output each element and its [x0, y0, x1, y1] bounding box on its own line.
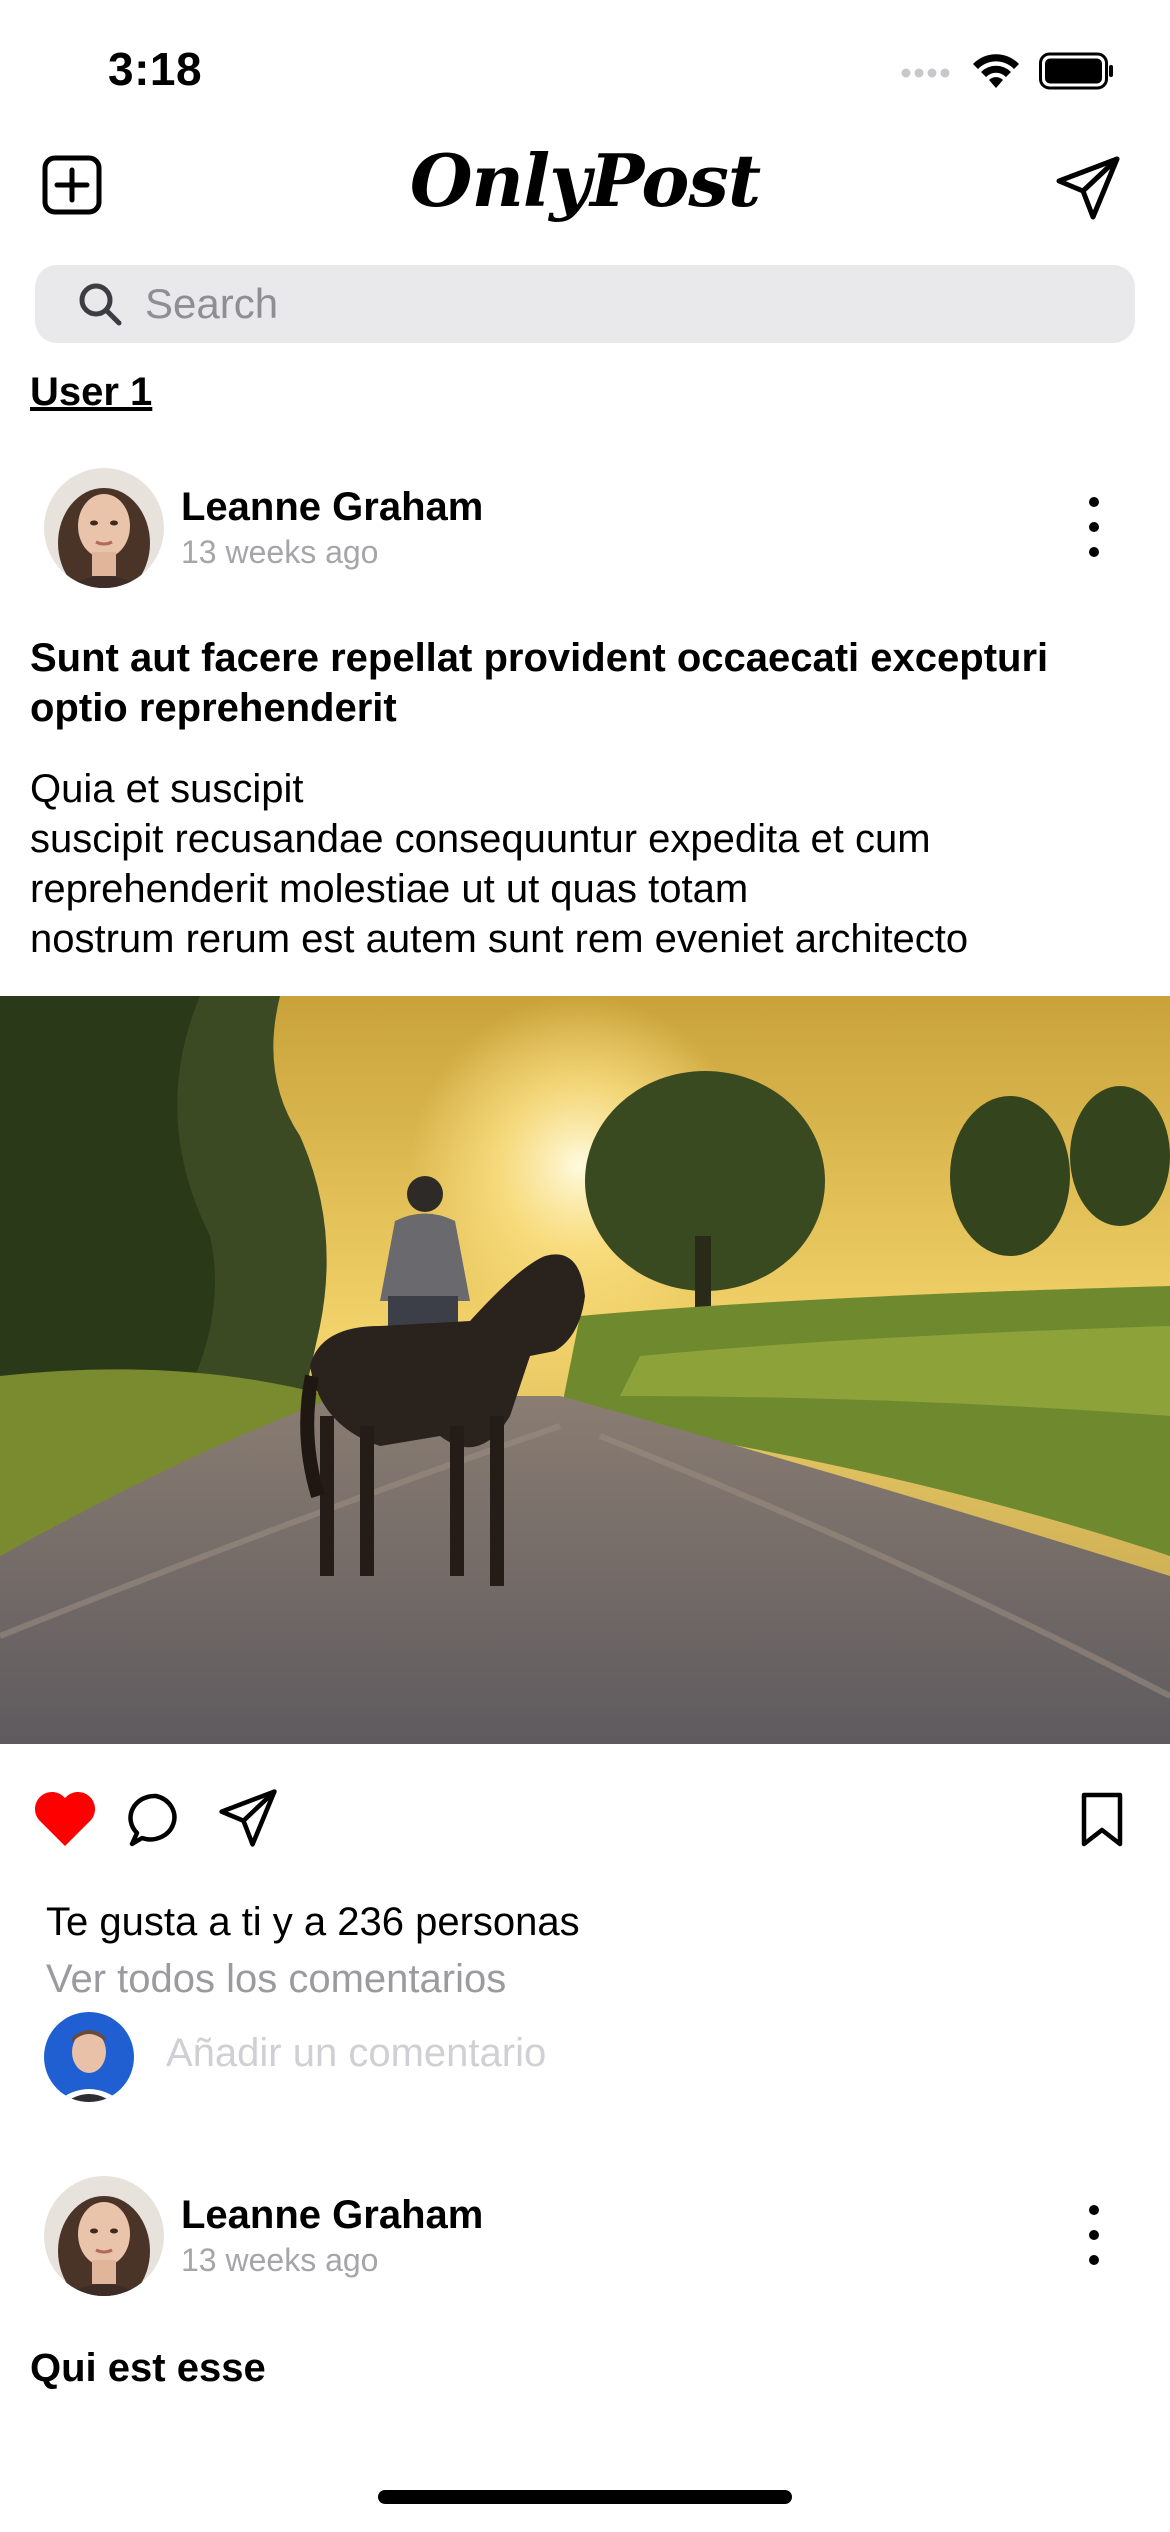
author-avatar[interactable]: [44, 2176, 164, 2296]
search-bar[interactable]: [35, 265, 1135, 343]
paper-plane-icon: [219, 1789, 277, 1847]
comment-bubble-icon: [128, 1793, 177, 1847]
heart-icon: [34, 1791, 96, 1846]
like-button[interactable]: [33, 1790, 97, 1853]
paper-plane-icon: [1056, 156, 1120, 220]
likes-count[interactable]: Te gusta a ti y a 236 personas: [46, 1900, 580, 1945]
wifi-icon: [973, 54, 1019, 88]
share-button[interactable]: [218, 1788, 278, 1853]
more-vertical-icon: [1089, 497, 1099, 507]
post-title: Sunt aut facere repellat provident occae…: [30, 636, 1049, 730]
post-timestamp: 13 weeks ago: [181, 534, 379, 570]
home-indicator[interactable]: [378, 2490, 792, 2504]
save-button[interactable]: [1078, 1792, 1126, 1853]
comment-button[interactable]: [128, 1792, 184, 1853]
cellular-signal-icon: [901, 68, 950, 78]
author-name[interactable]: Leanne Graham: [181, 2193, 483, 2238]
status-icons: [901, 52, 1115, 90]
author-name[interactable]: Leanne Graham: [181, 485, 483, 530]
post-body: Quia et suscipit suscipit recusandae con…: [30, 767, 969, 961]
status-time: 3:18: [108, 43, 203, 95]
more-options-button[interactable]: [1074, 2205, 1114, 2265]
post-image[interactable]: [0, 996, 1170, 1744]
direct-messages-button[interactable]: [1055, 155, 1121, 226]
search-icon: [79, 283, 122, 326]
search-input[interactable]: [143, 279, 1047, 329]
post-title: Qui est esse: [30, 2346, 266, 2390]
more-vertical-icon: [1089, 2205, 1099, 2215]
add-comment-input[interactable]: [164, 2030, 1068, 2077]
more-options-button[interactable]: [1074, 497, 1114, 557]
current-user-avatar: [44, 2012, 134, 2102]
view-all-comments-link[interactable]: Ver todos los comentarios: [46, 1957, 506, 2002]
author-avatar[interactable]: [44, 468, 164, 588]
app-logo: OnlyPost: [409, 138, 761, 223]
post-timestamp: 13 weeks ago: [181, 2242, 379, 2278]
user-filter-link[interactable]: User 1: [30, 370, 152, 415]
bookmark-icon: [1081, 1792, 1123, 1847]
battery-icon: [1039, 52, 1113, 90]
